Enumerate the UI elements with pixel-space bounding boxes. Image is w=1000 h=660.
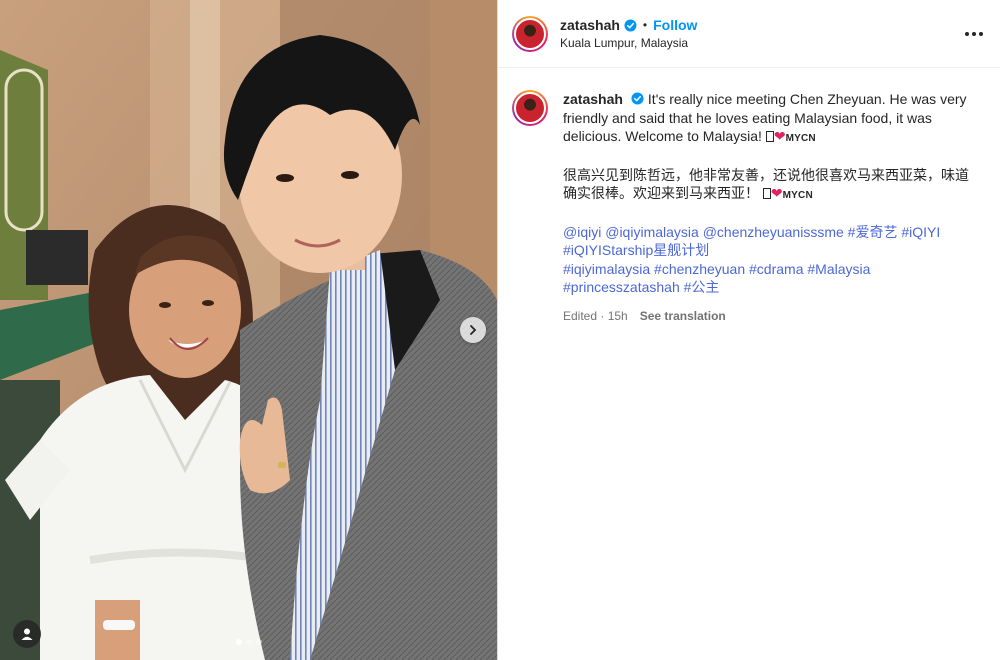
next-arrow-icon	[470, 325, 477, 335]
heart-emoji: ❤	[773, 128, 786, 144]
caption-text-en: It's really nice meeting Chen Zheyuan. H…	[563, 91, 967, 144]
caption-english: zatashah It's really nice meeting Chen Zh…	[563, 90, 973, 149]
post-header: zatashah • Follow Kuala Lumpur, Malaysia	[498, 0, 1000, 68]
verified-badge-icon	[624, 18, 637, 32]
heart-emoji: ❤	[770, 185, 783, 201]
verified-badge-icon	[631, 92, 644, 105]
avatar[interactable]	[512, 15, 548, 52]
flag-label: MYCN	[782, 190, 813, 201]
flag-emoji-icon	[765, 131, 774, 142]
caption-avatar[interactable]	[512, 90, 548, 126]
hashtag-link[interactable]: #公主	[684, 279, 720, 295]
separator: •	[642, 18, 648, 32]
caption-tags: @iqiyi @iqiyimalaysia @chenzheyuanisssme…	[563, 223, 973, 297]
caption-meta: Edited · 15h See translation	[563, 307, 973, 326]
see-translation-button[interactable]: See translation	[640, 307, 726, 326]
carousel-indicator	[0, 639, 497, 645]
carousel-dot	[245, 639, 252, 645]
mention-link[interactable]: @iqiyimalaysia	[605, 224, 699, 240]
post-media[interactable]	[0, 0, 497, 660]
hashtag-link[interactable]: #cdrama	[749, 261, 803, 277]
hashtag-link[interactable]: #爱奇艺	[848, 224, 898, 240]
mention-link[interactable]: @chenzheyuanisssme	[703, 224, 844, 240]
follow-button[interactable]: Follow	[653, 17, 697, 33]
flag-emoji-icon	[762, 188, 771, 199]
hashtag-link[interactable]: #chenzheyuan	[654, 261, 745, 277]
hashtag-link[interactable]: #iQIYI	[901, 224, 940, 240]
caption-chinese: 很高兴见到陈哲远，他非常友善，还说他很喜欢马来西亚菜，味道确实很棒。欢迎来到马来…	[563, 166, 973, 206]
caption-username-link[interactable]: zatashah	[563, 91, 623, 107]
hashtag-link[interactable]: #iqiyimalaysia	[563, 261, 650, 277]
hashtag-link[interactable]: #iQIYIStarship星舰计划	[563, 242, 709, 258]
more-options-icon	[965, 31, 983, 36]
carousel-dot-active	[235, 639, 242, 645]
caption: zatashah It's really nice meeting Chen Zh…	[498, 68, 1000, 325]
more-options-button[interactable]	[962, 22, 986, 46]
location-link[interactable]: Kuala Lumpur, Malaysia	[560, 36, 962, 50]
post-photo	[0, 0, 497, 660]
carousel-dot	[255, 639, 262, 645]
username-link[interactable]: zatashah	[560, 17, 620, 33]
next-slide-button[interactable]	[460, 317, 486, 343]
hashtag-link[interactable]: #Malaysia	[807, 261, 870, 277]
mention-link[interactable]: @iqiyi	[563, 224, 601, 240]
edited-timestamp: Edited · 15h	[563, 308, 628, 323]
flag-label: MYCN	[785, 133, 816, 144]
post-side-panel: zatashah • Follow Kuala Lumpur, Malaysia	[497, 0, 1000, 660]
hashtag-link[interactable]: #princesszatashah	[563, 279, 680, 295]
